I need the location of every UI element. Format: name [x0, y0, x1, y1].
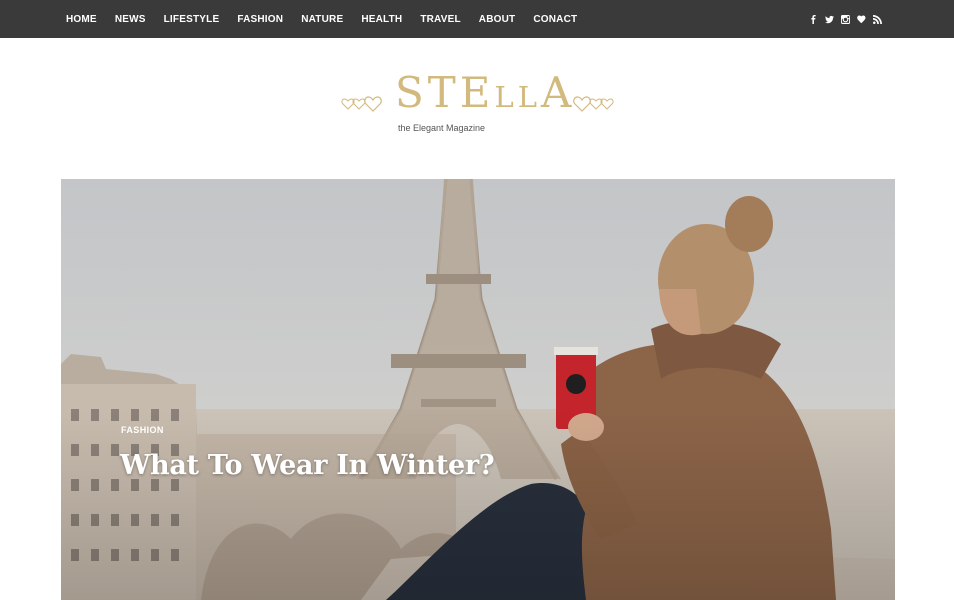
- site-header: STEllA the Elegant Magazine: [0, 38, 954, 179]
- hearts-ornament-left-icon: [341, 96, 382, 112]
- main-nav: HOME NEWS LIFESTYLE FASHION NATURE HEALT…: [66, 14, 595, 25]
- hearts-ornament-right-icon: [573, 96, 614, 112]
- nav-item-home[interactable]: HOME: [66, 14, 97, 25]
- post-title[interactable]: What To Wear In Winter?: [120, 450, 495, 481]
- nav-item-nature[interactable]: NATURE: [301, 14, 343, 25]
- top-navigation-bar: HOME NEWS LIFESTYLE FASHION NATURE HEALT…: [0, 0, 954, 38]
- nav-item-fashion[interactable]: FASHION: [237, 14, 283, 25]
- site-logo[interactable]: STEllA the Elegant Magazine: [340, 68, 615, 138]
- post-category-label[interactable]: FASHION: [121, 425, 164, 435]
- nav-item-about[interactable]: ABOUT: [479, 14, 516, 25]
- nav-item-contact[interactable]: CONACT: [533, 14, 577, 25]
- twitter-icon[interactable]: [825, 15, 834, 24]
- nav-item-lifestyle[interactable]: LIFESTYLE: [164, 14, 220, 25]
- rss-icon[interactable]: [873, 14, 882, 24]
- nav-item-news[interactable]: NEWS: [115, 14, 146, 25]
- heart-icon[interactable]: [857, 15, 866, 24]
- social-links: [809, 14, 888, 24]
- logo-wordmark: STEllA: [395, 68, 576, 117]
- facebook-icon[interactable]: [809, 14, 818, 24]
- instagram-icon[interactable]: [841, 14, 850, 24]
- featured-post-hero[interactable]: FASHION What To Wear In Winter?: [61, 179, 895, 600]
- logo-tagline: the Elegant Magazine: [398, 123, 486, 133]
- nav-item-health[interactable]: HEALTH: [361, 14, 402, 25]
- hero-image: [61, 179, 895, 600]
- nav-item-travel[interactable]: TRAVEL: [420, 14, 460, 25]
